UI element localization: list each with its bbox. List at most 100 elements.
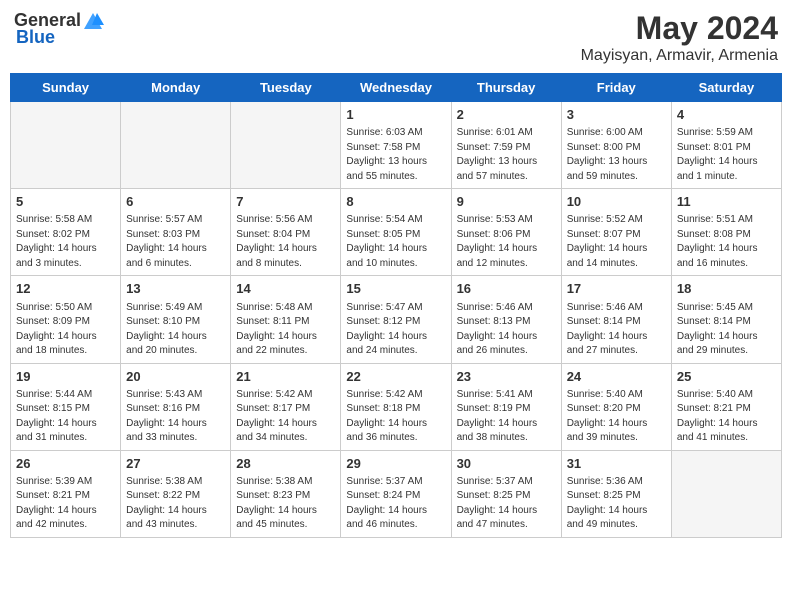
month-title: May 2024 [581, 10, 778, 47]
cell-info: Sunrise: 5:58 AMSunset: 8:02 PMDaylight:… [16, 213, 115, 271]
title-section: May 2024 Mayisyan, Armavir, Armenia [581, 10, 778, 65]
calendar-cell: 27 Sunrise: 5:38 AMSunset: 8:22 PMDayligh… [121, 450, 231, 537]
cell-info: Sunrise: 5:37 AMSunset: 8:25 PMDaylight:… [457, 475, 556, 533]
cell-info: Sunrise: 6:01 AMSunset: 7:59 PMDaylight:… [457, 126, 556, 184]
day-number: 15 [346, 280, 445, 298]
day-number: 12 [16, 280, 115, 298]
day-number: 23 [457, 368, 556, 386]
calendar-cell: 22Sunrise: 5:42 AMSunset: 8:18 PMDayligh… [341, 363, 451, 450]
day-number: 13 [126, 280, 225, 298]
cell-info: Sunrise: 5:38 AMSunset: 8:23 PMDaylight:… [236, 475, 335, 533]
day-number: 17 [567, 280, 666, 298]
logo: General Blue [14, 10, 105, 48]
cell-info: Sunrise: 5:49 AMSunset: 8:10 PMDaylight:… [126, 301, 225, 359]
cell-info: Sunrise: 5:40 AMSunset: 8:20 PMDaylight:… [567, 388, 666, 446]
cell-info: Sunrise: 5:39 AMSunset: 8:21 PMDaylight:… [16, 475, 115, 533]
page-header: General Blue May 2024 Mayisyan, Armavir,… [10, 10, 782, 65]
calendar-cell: 5 Sunrise: 5:58 AMSunset: 8:02 PMDaylight… [11, 189, 121, 276]
calendar-cell [671, 450, 781, 537]
cell-info: Sunrise: 5:48 AMSunset: 8:11 PMDaylight:… [236, 301, 335, 359]
cell-info: Sunrise: 5:59 AMSunset: 8:01 PMDaylight:… [677, 126, 776, 184]
calendar-cell: 21 Sunrise: 5:42 AMSunset: 8:17 PMDayligh… [231, 363, 341, 450]
day-number: 5 [16, 193, 115, 211]
calendar-cell: 8 Sunrise: 5:54 AMSunset: 8:05 PMDaylight… [341, 189, 451, 276]
calendar-cell: 13 Sunrise: 5:49 AMSunset: 8:10 PMDayligh… [121, 276, 231, 363]
cell-info: Sunrise: 5:43 AMSunset: 8:16 PMDaylight:… [126, 388, 225, 446]
cell-info: Sunrise: 5:44 AMSunset: 8:15 PMDaylight:… [16, 388, 115, 446]
cell-info: Sunrise: 5:40 AMSunset: 8:21 PMDaylight:… [677, 388, 776, 446]
cell-info: Sunrise: 5:41 AMSunset: 8:19 PMDaylight:… [457, 388, 556, 446]
cell-info: Sunrise: 5:57 AMSunset: 8:03 PMDaylight:… [126, 213, 225, 271]
day-number: 24 [567, 368, 666, 386]
calendar-cell: 25 Sunrise: 5:40 AMSunset: 8:21 PMDayligh… [671, 363, 781, 450]
calendar-cell [231, 102, 341, 189]
calendar-cell: 23 Sunrise: 5:41 AMSunset: 8:19 PMDayligh… [451, 363, 561, 450]
cell-info: Sunrise: 5:54 AMSunset: 8:05 PMDaylight:… [346, 213, 445, 271]
day-number: 7 [236, 193, 335, 211]
calendar-cell: 31 Sunrise: 5:36 AMSunset: 8:25 PMDayligh… [561, 450, 671, 537]
cell-info: Sunrise: 5:36 AMSunset: 8:25 PMDaylight:… [567, 475, 666, 533]
cell-info: Sunrise: 5:53 AMSunset: 8:06 PMDaylight:… [457, 213, 556, 271]
calendar-cell: 16 Sunrise: 5:46 AMSunset: 8:13 PMDayligh… [451, 276, 561, 363]
calendar-cell: 19Sunrise: 5:44 AMSunset: 8:15 PMDayligh… [11, 363, 121, 450]
day-number: 28 [236, 455, 335, 473]
calendar-cell: 1Sunrise: 6:03 AMSunset: 7:58 PMDaylight… [341, 102, 451, 189]
calendar-cell: 18 Sunrise: 5:45 AMSunset: 8:14 PMDayligh… [671, 276, 781, 363]
calendar-cell: 17 Sunrise: 5:46 AMSunset: 8:14 PMDayligh… [561, 276, 671, 363]
calendar-cell: 9 Sunrise: 5:53 AMSunset: 8:06 PMDaylight… [451, 189, 561, 276]
calendar-cell [11, 102, 121, 189]
day-number: 21 [236, 368, 335, 386]
day-number: 6 [126, 193, 225, 211]
calendar-cell [121, 102, 231, 189]
day-number: 31 [567, 455, 666, 473]
day-number: 30 [457, 455, 556, 473]
day-number: 29 [346, 455, 445, 473]
weekday-header-wednesday: Wednesday [341, 74, 451, 102]
calendar-cell: 20 Sunrise: 5:43 AMSunset: 8:16 PMDayligh… [121, 363, 231, 450]
calendar-cell: 4 Sunrise: 5:59 AMSunset: 8:01 PMDaylight… [671, 102, 781, 189]
calendar-cell: 6 Sunrise: 5:57 AMSunset: 8:03 PMDaylight… [121, 189, 231, 276]
calendar-cell: 3Sunrise: 6:00 AMSunset: 8:00 PMDaylight… [561, 102, 671, 189]
day-number: 8 [346, 193, 445, 211]
weekday-header-saturday: Saturday [671, 74, 781, 102]
day-number: 4 [677, 106, 776, 124]
cell-info: Sunrise: 5:37 AMSunset: 8:24 PMDaylight:… [346, 475, 445, 533]
calendar-cell: 12 Sunrise: 5:50 AMSunset: 8:09 PMDayligh… [11, 276, 121, 363]
day-number: 1 [346, 106, 445, 124]
cell-info: Sunrise: 5:38 AMSunset: 8:22 PMDaylight:… [126, 475, 225, 533]
weekday-header-friday: Friday [561, 74, 671, 102]
weekday-header-tuesday: Tuesday [231, 74, 341, 102]
cell-info: Sunrise: 5:51 AMSunset: 8:08 PMDaylight:… [677, 213, 776, 271]
calendar-cell: 29 Sunrise: 5:37 AMSunset: 8:24 PMDayligh… [341, 450, 451, 537]
cell-info: Sunrise: 5:47 AMSunset: 8:12 PMDaylight:… [346, 301, 445, 359]
cell-info: Sunrise: 5:42 AMSunset: 8:17 PMDaylight:… [236, 388, 335, 446]
day-number: 26 [16, 455, 115, 473]
cell-info: Sunrise: 5:42 AMSunset: 8:18 PMDaylight:… [346, 388, 445, 446]
weekday-header-sunday: Sunday [11, 74, 121, 102]
day-number: 16 [457, 280, 556, 298]
day-number: 10 [567, 193, 666, 211]
logo-icon [82, 11, 104, 31]
calendar-cell: 11Sunrise: 5:51 AMSunset: 8:08 PMDayligh… [671, 189, 781, 276]
location-title: Mayisyan, Armavir, Armenia [581, 47, 778, 65]
cell-info: Sunrise: 6:00 AMSunset: 8:00 PMDaylight:… [567, 126, 666, 184]
cell-info: Sunrise: 5:52 AMSunset: 8:07 PMDaylight:… [567, 213, 666, 271]
cell-info: Sunrise: 5:45 AMSunset: 8:14 PMDaylight:… [677, 301, 776, 359]
day-number: 25 [677, 368, 776, 386]
calendar-cell: 14 Sunrise: 5:48 AMSunset: 8:11 PMDayligh… [231, 276, 341, 363]
day-number: 14 [236, 280, 335, 298]
calendar-cell: 10 Sunrise: 5:52 AMSunset: 8:07 PMDayligh… [561, 189, 671, 276]
cell-info: Sunrise: 5:46 AMSunset: 8:13 PMDaylight:… [457, 301, 556, 359]
cell-info: Sunrise: 5:46 AMSunset: 8:14 PMDaylight:… [567, 301, 666, 359]
weekday-header-monday: Monday [121, 74, 231, 102]
day-number: 9 [457, 193, 556, 211]
calendar-table: SundayMondayTuesdayWednesdayThursdayFrid… [10, 73, 782, 538]
logo-blue: Blue [16, 27, 55, 48]
day-number: 18 [677, 280, 776, 298]
calendar-cell: 2 Sunrise: 6:01 AMSunset: 7:59 PMDaylight… [451, 102, 561, 189]
day-number: 20 [126, 368, 225, 386]
day-number: 27 [126, 455, 225, 473]
calendar-cell: 30 Sunrise: 5:37 AMSunset: 8:25 PMDayligh… [451, 450, 561, 537]
day-number: 2 [457, 106, 556, 124]
cell-info: Sunrise: 5:50 AMSunset: 8:09 PMDaylight:… [16, 301, 115, 359]
